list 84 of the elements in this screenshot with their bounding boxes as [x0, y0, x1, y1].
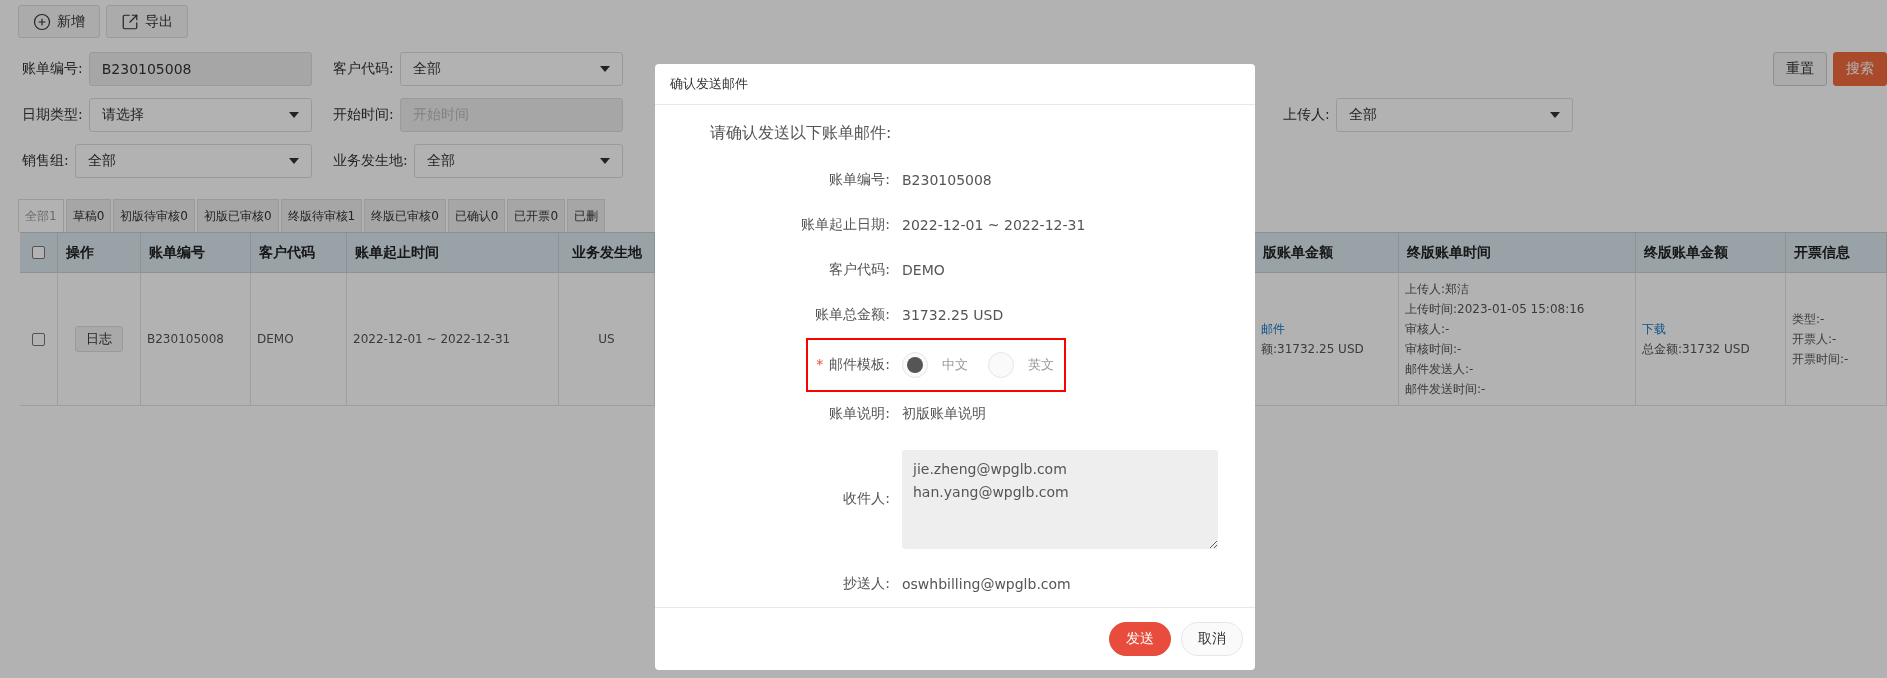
field-value: 31732.25 USD	[902, 307, 1005, 324]
field-label: 账单说明:	[829, 405, 890, 424]
cell-text: 邮件发送人:-	[1405, 361, 1474, 378]
caret-icon	[289, 112, 299, 118]
add-button[interactable]: 新增	[18, 5, 100, 38]
caret-icon	[600, 158, 610, 164]
field-value: 2022-12-01 ~ 2022-12-31	[902, 217, 1087, 234]
column-header: 版账单金额	[1255, 233, 1399, 273]
column-header: 账单编号	[141, 233, 251, 273]
status-tab[interactable]: 初版待审核0	[113, 199, 195, 232]
export-button[interactable]: 导出	[106, 5, 188, 38]
filter-label: 业务发生地:	[333, 152, 408, 170]
radio-button[interactable]	[988, 351, 1014, 378]
filter-label: 开始时间:	[333, 106, 394, 124]
cell-text: 审核人:-	[1405, 321, 1450, 338]
link[interactable]: 邮件	[1261, 319, 1285, 339]
status-tab[interactable]: 已删	[567, 199, 606, 232]
field-value: B230105008	[902, 172, 993, 189]
caret-icon	[289, 158, 299, 164]
field-label: 邮件模板:	[829, 355, 890, 374]
column-header: 终版账单金额	[1636, 233, 1786, 273]
column-header: 账单起止时间	[347, 233, 559, 273]
cell-text: 上传时间:2023-01-05 15:08:16	[1405, 301, 1585, 318]
table-cell-text: DEMO	[257, 331, 294, 348]
column-header: 操作	[58, 233, 141, 273]
field-label: 账单编号:	[829, 171, 890, 190]
table-cell-text: 2022-12-01 ~ 2022-12-31	[353, 331, 511, 348]
table-cell-text: US	[598, 331, 615, 348]
select-field[interactable]: 全部	[1335, 98, 1573, 132]
dialog-intro: 请确认发送以下账单邮件:	[709, 122, 893, 144]
column-header: 客户代码	[251, 233, 347, 273]
status-tab[interactable]: 草稿0	[65, 199, 112, 232]
cell-text: 开票人:-	[1792, 331, 1837, 348]
filter-label: 账单编号:	[22, 60, 83, 78]
cell-text: 上传人:郑洁	[1405, 281, 1470, 298]
cell-text: 额:31732.25 USD	[1261, 341, 1364, 358]
column-header: 开票信息	[1786, 233, 1887, 273]
reset-button[interactable]: 重置	[1773, 52, 1827, 86]
status-tab[interactable]: 终版待审核1	[280, 199, 363, 232]
share-icon	[121, 12, 139, 31]
field-label: 账单起止日期:	[801, 216, 890, 235]
column-header: 业务发生地	[559, 233, 655, 273]
field-value: 初版账单说明	[902, 405, 987, 424]
status-tab[interactable]: 已开票0	[507, 199, 566, 232]
link[interactable]: 下载	[1642, 319, 1666, 339]
recipients-field[interactable]: jie.zheng@wpglb.com han.yang@wpglb.com	[902, 449, 1218, 549]
cancel-button[interactable]: 取消	[1181, 621, 1243, 656]
checkbox[interactable]	[32, 246, 45, 259]
column-header: 终版账单时间	[1399, 233, 1636, 273]
radio-button[interactable]	[902, 351, 928, 378]
field-value: DEMO	[902, 262, 946, 279]
caret-icon	[600, 66, 610, 72]
radio-label: 中文	[942, 355, 968, 374]
send-button[interactable]: 发送	[1109, 621, 1171, 656]
table-cell-text: B230105008	[147, 331, 224, 348]
field-label: 账单总金额:	[815, 306, 890, 325]
cell-text: 审核时间:-	[1405, 341, 1462, 358]
caret-icon	[1550, 112, 1560, 118]
select-field[interactable]: 全部	[413, 144, 623, 178]
field-label: 收件人:	[843, 490, 890, 509]
log-button[interactable]: 日志	[75, 326, 123, 352]
field-label: 客户代码:	[829, 261, 890, 280]
cell-text: 开票时间:-	[1792, 351, 1849, 368]
plus-circle-icon	[33, 12, 51, 31]
status-tab[interactable]: 初版已审核0	[196, 199, 279, 232]
status-tab[interactable]: 终版已审核0	[364, 199, 446, 232]
select-field[interactable]: 全部	[399, 52, 623, 86]
filter-label: 上传人:	[1283, 106, 1330, 124]
dialog-title: 确认发送邮件	[670, 74, 748, 93]
required-mark: *	[816, 355, 824, 374]
select-field[interactable]: 全部	[74, 144, 312, 178]
checkbox[interactable]	[32, 332, 45, 346]
field-value: oswhbilling@wpglb.com	[902, 576, 1072, 593]
field-label: 抄送人:	[843, 575, 890, 594]
status-tab[interactable]: 已确认0	[447, 199, 506, 232]
radio-label: 英文	[1028, 355, 1054, 374]
filter-label: 销售组:	[22, 152, 69, 170]
cell-text: 类型:-	[1792, 311, 1825, 328]
input-field[interactable]: B230105008	[88, 52, 312, 86]
filter-label: 客户代码:	[333, 60, 394, 78]
cell-text: 邮件发送时间:-	[1405, 381, 1486, 398]
filter-label: 日期类型:	[22, 106, 83, 124]
cell-text: 总金额:31732 USD	[1642, 341, 1750, 358]
select-field[interactable]: 请选择	[88, 98, 312, 132]
